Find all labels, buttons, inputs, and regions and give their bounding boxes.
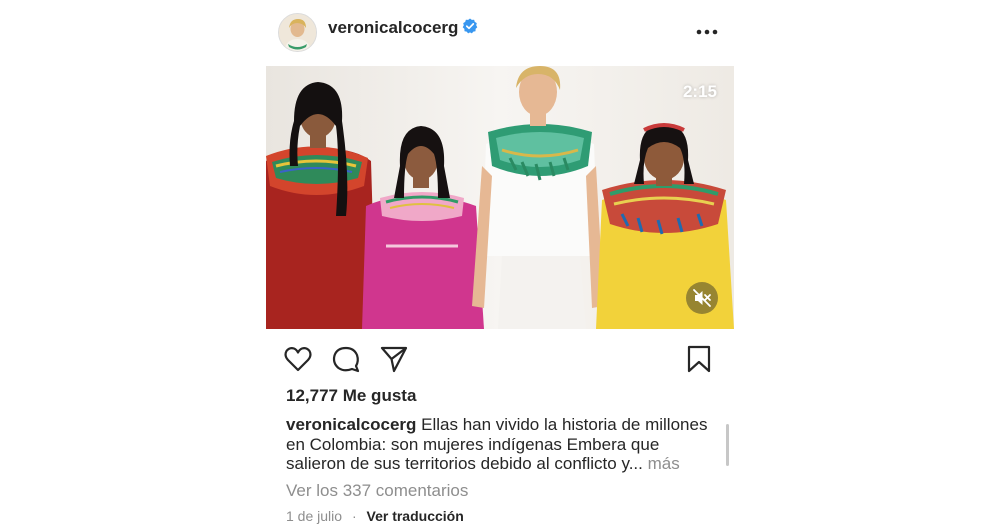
likes-count[interactable]: 12,777 Me gusta [286,386,416,406]
caption-username[interactable]: veronicalcocerg [286,415,416,434]
video-frame-four-women [266,66,734,329]
post-footer: 1 de julio · Ver traducción [286,508,464,524]
share-button[interactable] [379,344,409,374]
post-header: veronicalcocerg [266,10,734,54]
post-actions [266,340,734,376]
instagram-post: veronicalcocerg 2:15 12,777 Me gusta ver… [266,0,734,530]
caption-scrollbar[interactable] [726,424,729,466]
bookmark-icon [687,345,711,373]
muted-speaker-icon [693,289,711,307]
caption-more-link[interactable]: más [648,454,680,473]
footer-separator: · [351,508,357,524]
more-dots-icon [696,29,718,35]
paper-plane-icon [380,346,408,373]
post-video[interactable]: 2:15 [266,66,734,329]
video-duration: 2:15 [682,82,717,101]
view-comments-link[interactable]: Ver los 337 comentarios [286,481,468,501]
username[interactable]: veronicalcocerg [328,18,458,38]
profile-avatar[interactable] [278,13,317,52]
post-date: 1 de julio [286,508,343,524]
more-options-button[interactable] [696,22,718,42]
mute-toggle-button[interactable] [686,282,718,314]
like-button[interactable] [283,344,313,374]
save-button[interactable] [684,344,714,374]
comment-button[interactable] [331,344,361,374]
verified-badge-icon [462,18,478,34]
see-translation-link[interactable]: Ver traducción [367,508,464,524]
comment-bubble-icon [332,346,360,373]
post-caption: veronicalcocerg Ellas han vivido la hist… [286,415,711,474]
heart-icon [284,346,312,372]
